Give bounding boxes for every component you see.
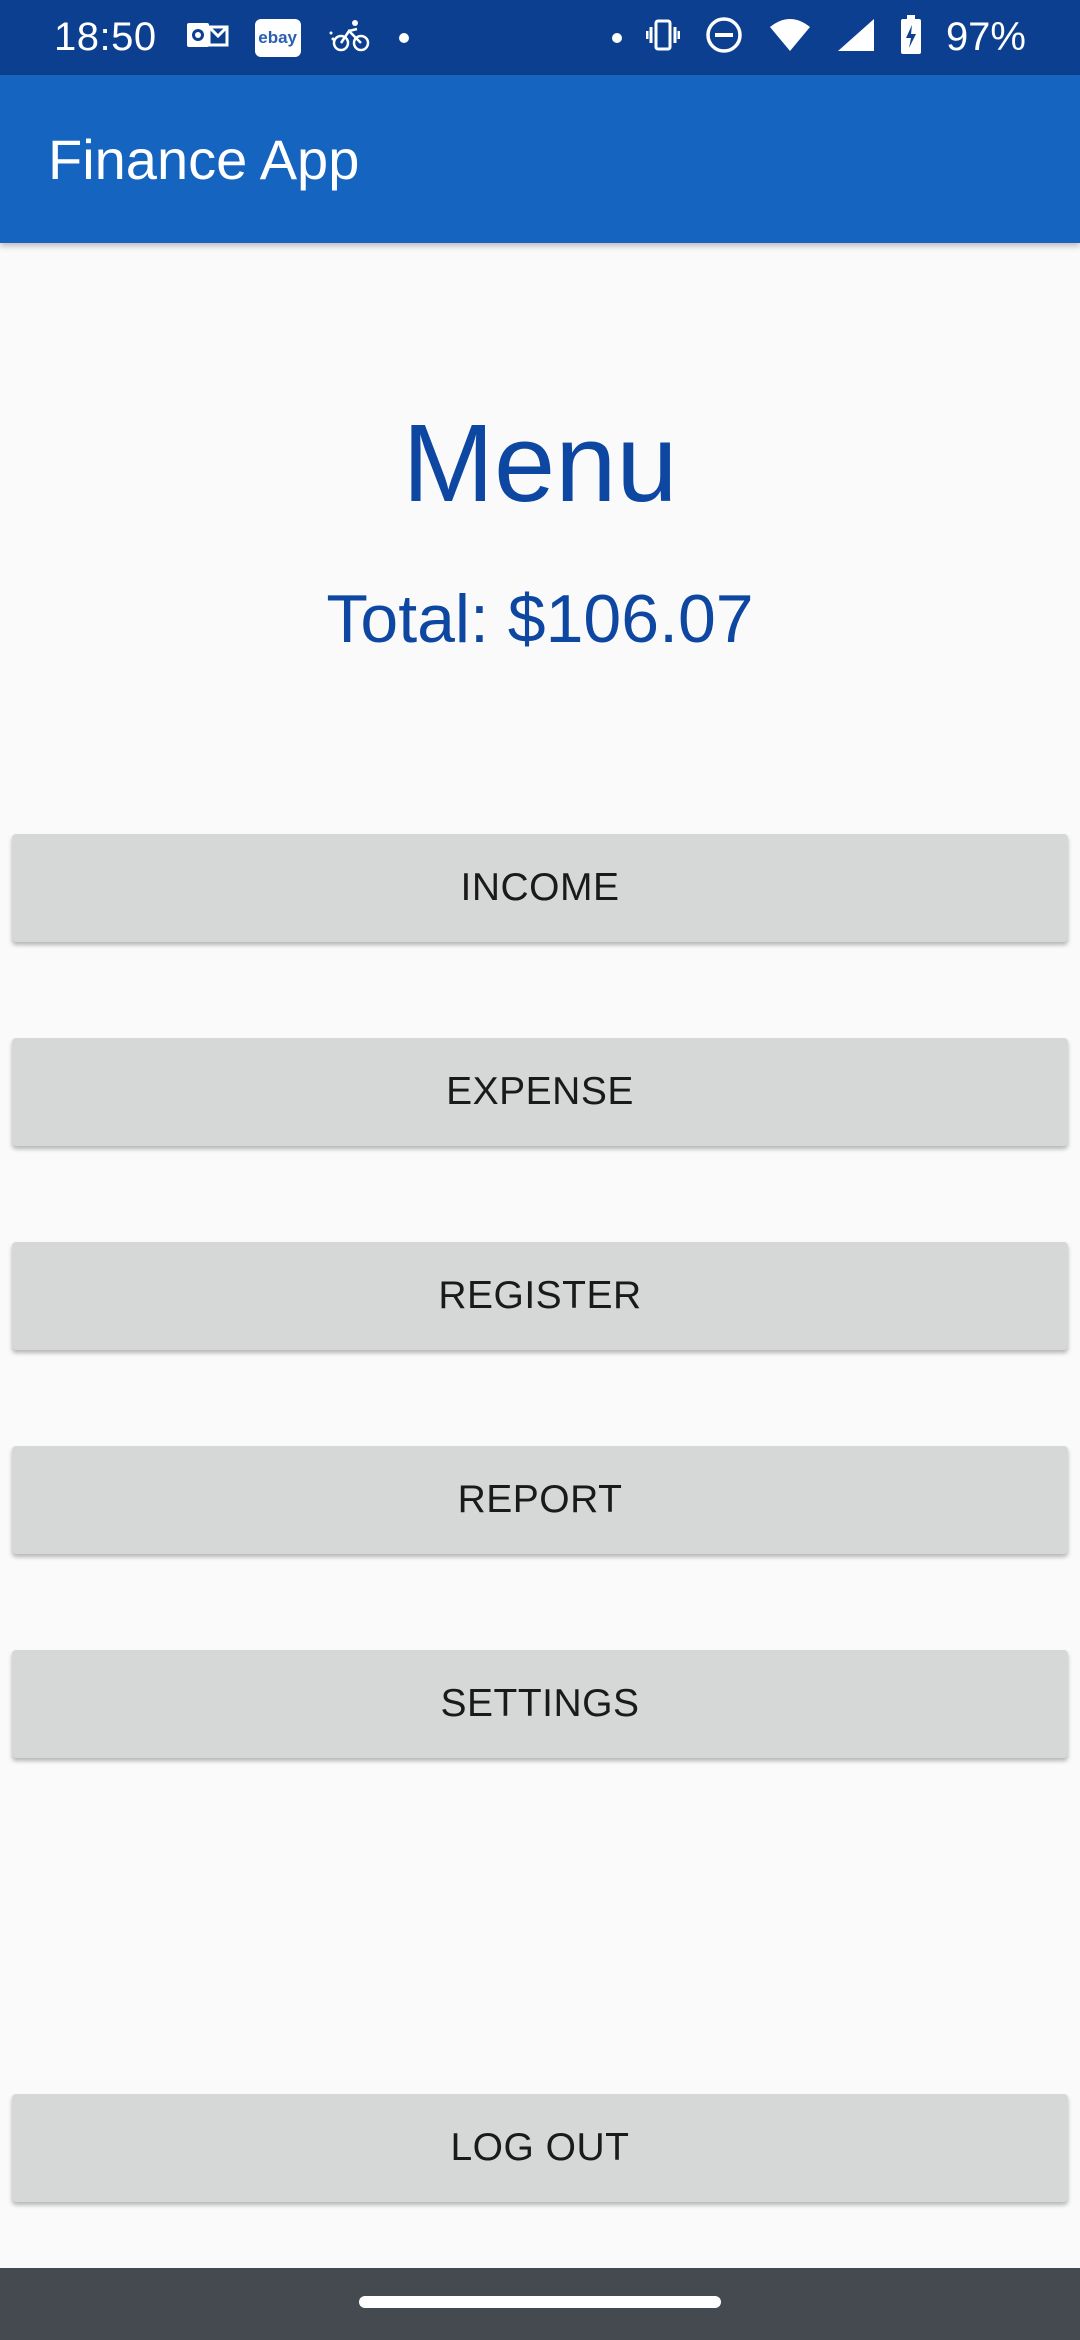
register-button[interactable]: REGISTER [12, 1242, 1068, 1350]
home-gesture-handle[interactable] [359, 2296, 721, 2308]
status-bar: 18:50 ebay 97% [0, 0, 1080, 75]
notification-icons: ebay [185, 17, 409, 58]
settings-button[interactable]: SETTINGS [12, 1650, 1068, 1758]
screen: 18:50 ebay 97% Finance App Menu Total: $… [0, 0, 1080, 2340]
system-nav-bar [0, 2268, 1080, 2340]
status-time: 18:50 [54, 15, 157, 59]
app-title: Finance App [48, 127, 360, 191]
dot-icon [398, 32, 409, 43]
logout-button[interactable]: LOG OUT [12, 2094, 1068, 2202]
ebay-icon: ebay [254, 18, 301, 57]
do-not-disturb-icon [704, 15, 744, 60]
cell-signal-icon [836, 17, 876, 58]
page-title: Menu [402, 402, 678, 525]
wifi-icon [768, 17, 812, 58]
battery-charging-icon [900, 15, 922, 60]
app-bar: Finance App [0, 75, 1080, 243]
vibrate-icon [645, 17, 681, 58]
expense-button[interactable]: EXPENSE [12, 1038, 1068, 1146]
postmates-icon [327, 17, 373, 58]
total-amount: Total: $106.07 [326, 581, 754, 657]
outlook-icon [185, 17, 229, 58]
report-button[interactable]: REPORT [12, 1446, 1068, 1554]
system-icons: 97% [611, 15, 1026, 60]
income-button[interactable]: INCOME [12, 834, 1068, 942]
dot-icon [611, 32, 622, 43]
battery-percentage: 97% [945, 15, 1026, 59]
